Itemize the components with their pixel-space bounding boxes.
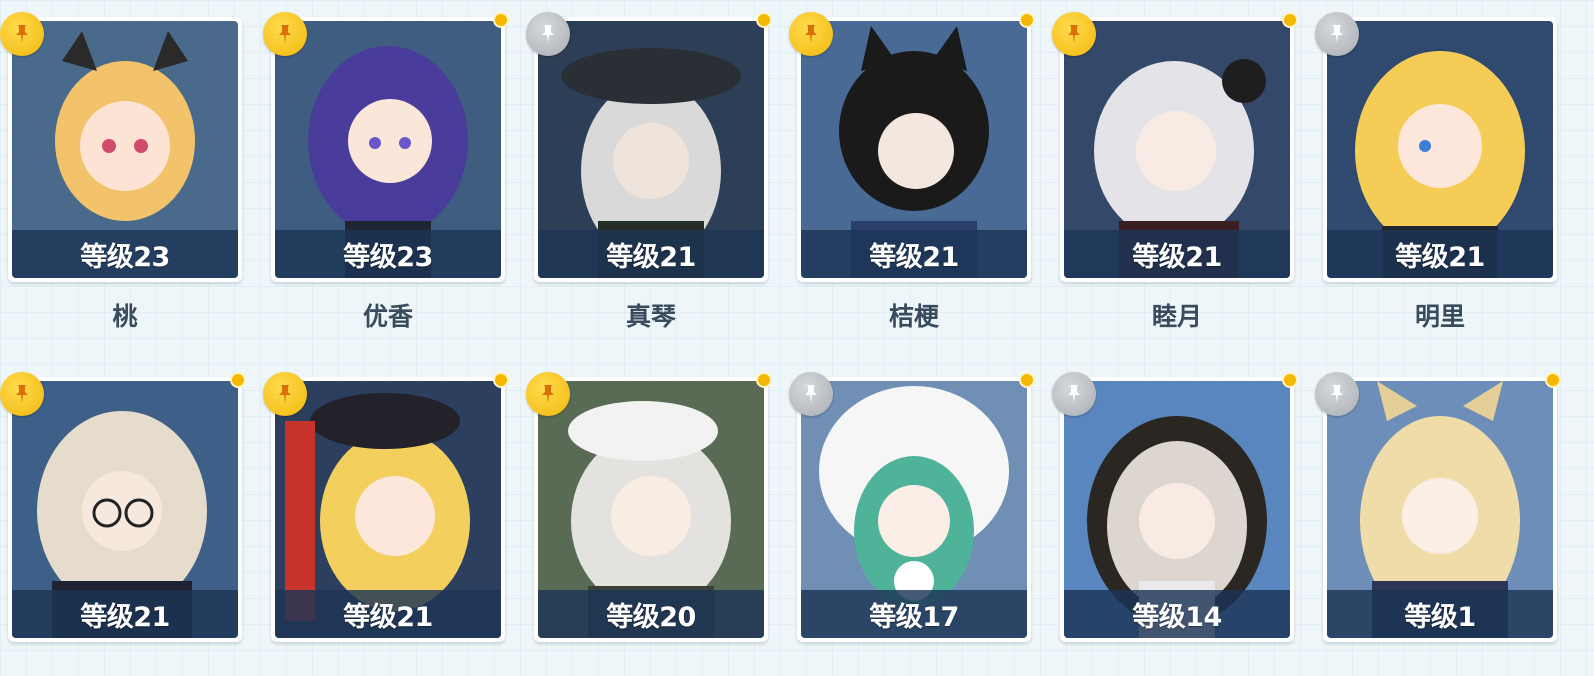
student-card[interactable]: 等级20	[526, 362, 770, 642]
character-portrait: 等级14	[1064, 381, 1290, 638]
level-label: 等级21	[1327, 230, 1553, 278]
card-frame: 等级1	[1323, 377, 1557, 642]
student-card[interactable]: 等级23 优香	[263, 2, 507, 331]
student-name: 明里	[1414, 302, 1465, 331]
level-label: 等级21	[538, 230, 764, 278]
pin-icon[interactable]	[0, 12, 44, 56]
pin-icon[interactable]	[263, 12, 307, 56]
student-card[interactable]: 等级21 明里	[1315, 2, 1559, 331]
student-name: 桃	[112, 302, 138, 331]
pin-icon[interactable]	[789, 372, 833, 416]
character-portrait: 等级20	[538, 381, 764, 638]
character-portrait: 等级21	[1064, 21, 1290, 278]
student-card[interactable]: 等级21 桔梗	[789, 2, 1033, 331]
notice-dot	[758, 14, 770, 26]
student-card[interactable]: 等级14	[1052, 362, 1296, 642]
notice-dot	[1547, 374, 1559, 386]
pin-icon[interactable]	[1315, 372, 1359, 416]
level-label: 等级23	[12, 230, 238, 278]
notice-dot	[495, 374, 507, 386]
pin-icon[interactable]	[1052, 372, 1096, 416]
level-label: 等级20	[538, 590, 764, 638]
character-portrait: 等级21	[275, 381, 501, 638]
level-label: 等级23	[275, 230, 501, 278]
level-label: 等级14	[1064, 590, 1290, 638]
student-card[interactable]: 等级21	[263, 362, 507, 642]
student-grid: 等级23 桃 等级23 优香 等级21 真琴 等级21 桔梗 等级21 睦月 等…	[0, 0, 1594, 676]
student-name: 优香	[362, 302, 413, 331]
student-card[interactable]: 等级1	[1315, 362, 1559, 642]
level-label: 等级17	[801, 590, 1027, 638]
level-label: 等级21	[12, 590, 238, 638]
character-portrait: 等级1	[1327, 381, 1553, 638]
pin-icon[interactable]	[789, 12, 833, 56]
card-frame: 等级21	[797, 17, 1031, 282]
notice-dot	[1021, 374, 1033, 386]
notice-dot	[1284, 14, 1296, 26]
student-card[interactable]: 等级21 真琴	[526, 2, 770, 331]
student-card[interactable]: 等级23 桃	[0, 2, 244, 331]
notice-dot	[1284, 374, 1296, 386]
pin-icon[interactable]	[1315, 12, 1359, 56]
character-portrait: 等级17	[801, 381, 1027, 638]
card-frame: 等级14	[1060, 377, 1294, 642]
pin-icon[interactable]	[263, 372, 307, 416]
student-name: 睦月	[1151, 302, 1202, 331]
character-portrait: 等级21	[538, 21, 764, 278]
level-label: 等级21	[801, 230, 1027, 278]
card-frame: 等级23	[8, 17, 242, 282]
character-portrait: 等级23	[12, 21, 238, 278]
notice-dot	[1021, 14, 1033, 26]
character-portrait: 等级21	[801, 21, 1027, 278]
card-frame: 等级21	[8, 377, 242, 642]
level-label: 等级21	[275, 590, 501, 638]
pin-icon[interactable]	[1052, 12, 1096, 56]
notice-dot	[758, 374, 770, 386]
student-card[interactable]: 等级21 睦月	[1052, 2, 1296, 331]
level-label: 等级21	[1064, 230, 1290, 278]
character-portrait: 等级21	[1327, 21, 1553, 278]
notice-dot	[495, 14, 507, 26]
student-name: 桔梗	[888, 302, 939, 331]
character-portrait: 等级21	[12, 381, 238, 638]
card-frame: 等级21	[271, 377, 505, 642]
card-frame: 等级23	[271, 17, 505, 282]
character-portrait: 等级23	[275, 21, 501, 278]
card-frame: 等级17	[797, 377, 1031, 642]
student-card[interactable]: 等级17	[789, 362, 1033, 642]
level-label: 等级1	[1327, 590, 1553, 638]
pin-icon[interactable]	[526, 372, 570, 416]
notice-dot	[232, 374, 244, 386]
pin-icon[interactable]	[526, 12, 570, 56]
student-card[interactable]: 等级21	[0, 362, 244, 642]
pin-icon[interactable]	[0, 372, 44, 416]
card-frame: 等级21	[1323, 17, 1557, 282]
card-frame: 等级21	[534, 17, 768, 282]
student-name: 真琴	[625, 302, 676, 331]
card-frame: 等级21	[1060, 17, 1294, 282]
card-frame: 等级20	[534, 377, 768, 642]
